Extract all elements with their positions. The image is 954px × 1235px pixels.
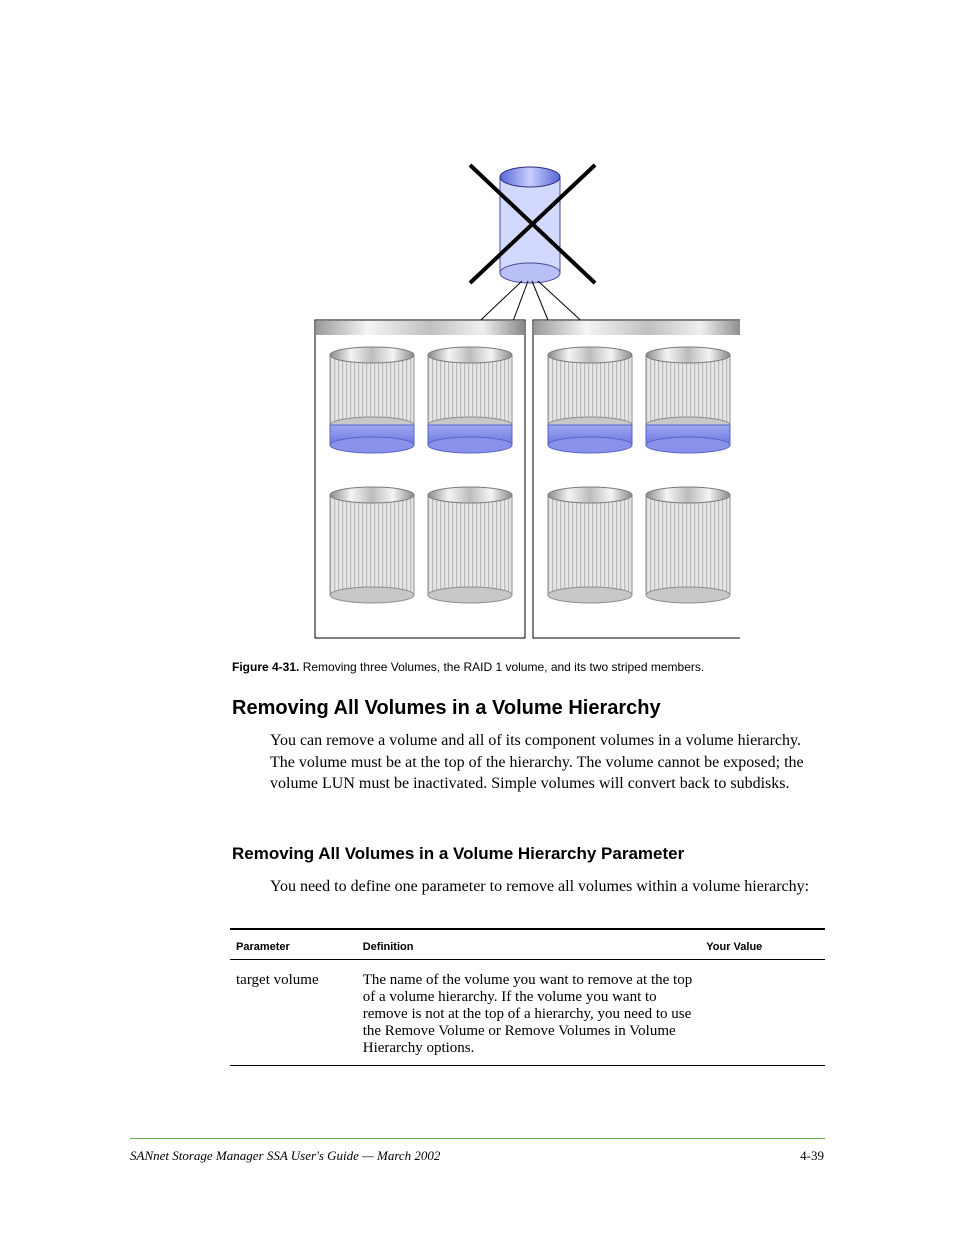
- parameter-table: Parameter Definition Your Value target v…: [230, 928, 825, 1066]
- figure-caption-text: Removing three Volumes, the RAID 1 volum…: [303, 660, 705, 674]
- barrel: [428, 487, 512, 603]
- table-header-definition: Definition: [357, 937, 701, 960]
- barrel: [330, 347, 414, 453]
- barrel: [548, 347, 632, 453]
- diagram: [300, 155, 740, 645]
- table-header-row: Parameter Definition Your Value: [230, 937, 825, 960]
- diagram-svg: [300, 155, 740, 645]
- barrel: [548, 487, 632, 603]
- barrel: [330, 487, 414, 603]
- sub-heading: Removing All Volumes in a Volume Hierarc…: [232, 844, 684, 864]
- figure-caption: Figure 4-31. Removing three Volumes, the…: [232, 660, 827, 674]
- barrel: [646, 487, 730, 603]
- table-cell-value: [700, 966, 825, 1066]
- barrel: [428, 347, 512, 453]
- section-body: You can remove a volume and all of its c…: [270, 730, 825, 795]
- table-row: target volume The name of the volume you…: [230, 966, 825, 1066]
- table-cell-definition: The name of the volume you want to remov…: [357, 966, 701, 1066]
- footer-rule: [130, 1138, 825, 1139]
- table-header-value: Your Value: [700, 937, 825, 960]
- sub-body: You need to define one parameter to remo…: [270, 876, 825, 898]
- figure-caption-prefix: Figure 4-31.: [232, 660, 299, 674]
- table-cell-parameter: target volume: [230, 966, 357, 1066]
- section-heading: Removing All Volumes in a Volume Hierarc…: [232, 697, 661, 720]
- table-header-parameter: Parameter: [230, 937, 357, 960]
- barrel: [646, 347, 730, 453]
- footer-right: 4-39: [800, 1148, 824, 1164]
- footer-left: SANnet Storage Manager SSA User's Guide …: [130, 1148, 440, 1164]
- page: Figure 4-31. Removing three Volumes, the…: [0, 0, 954, 1235]
